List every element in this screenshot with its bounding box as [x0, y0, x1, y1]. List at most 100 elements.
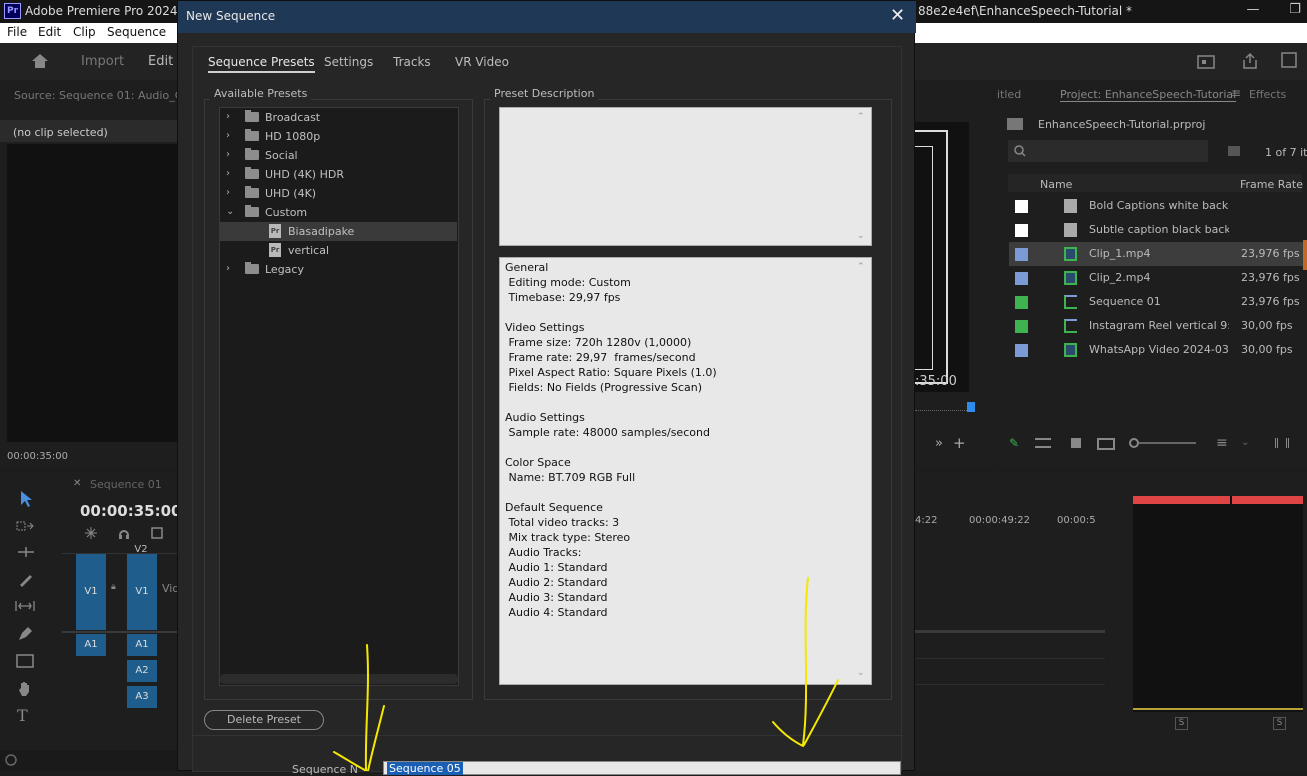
list-view-icon[interactable] [1035, 438, 1051, 448]
preset-item[interactable]: Pr vertical [220, 241, 457, 260]
zoom-slider[interactable] [1130, 442, 1196, 444]
type-tool-icon[interactable]: T [17, 706, 28, 725]
project-item-row[interactable]: Bold Captions white backgr [1009, 194, 1303, 218]
creative-cloud-icon[interactable] [4, 754, 18, 766]
project-item-row[interactable]: Clip_1.mp4 23,976 fps [1009, 242, 1303, 266]
sort-dropdown-icon[interactable]: ⌄ [1241, 437, 1249, 448]
pen-tool-icon[interactable] [17, 626, 33, 642]
preset-folder[interactable]: › HD 1080p [220, 127, 457, 146]
label-color-swatch[interactable] [1015, 272, 1028, 285]
label-color-swatch[interactable] [1015, 320, 1028, 333]
add-button-icon[interactable]: + [953, 434, 966, 452]
slip-tool-icon[interactable] [15, 600, 35, 612]
track-a1-source-patch[interactable]: A1 [76, 634, 106, 656]
info-scroll-up-icon[interactable]: ⌃ [857, 262, 865, 272]
chevron-right-icon[interactable]: › [226, 130, 230, 141]
project-item-row[interactable]: Sequence 01 23,976 fps [1009, 290, 1303, 314]
label-color-swatch[interactable] [1015, 224, 1028, 237]
track-v1-source-patch[interactable]: V1 [76, 554, 106, 630]
menu-clip[interactable]: Clip [73, 25, 96, 39]
tab-vr-video[interactable]: VR Video [455, 55, 509, 69]
sort-icon[interactable]: ≡ [1216, 435, 1228, 451]
workspace-tab-import[interactable]: Import [81, 54, 124, 69]
track-select-icon[interactable] [16, 520, 34, 532]
new-bin-icon[interactable] [1275, 438, 1289, 448]
chevron-right-icon[interactable]: › [226, 149, 230, 160]
preset-folder[interactable]: › UHD (4K) HDR [220, 165, 457, 184]
share-icon[interactable] [1241, 52, 1259, 70]
sequence-name-input[interactable]: Sequence 05 [383, 761, 901, 775]
presets-tree[interactable]: › Broadcast › HD 1080p › Social › UHD (4K) HDR ›… [219, 107, 459, 686]
project-tab-untitled[interactable]: itled [997, 88, 1021, 101]
delete-preset-button[interactable]: Delete Preset [204, 710, 324, 730]
playhead-icon[interactable] [967, 402, 975, 412]
chevron-right-icon[interactable]: › [226, 263, 230, 274]
menu-file[interactable]: File [7, 25, 27, 39]
preset-folder[interactable]: › UHD (4K) [220, 184, 457, 203]
chevron-right-icon[interactable]: › [226, 168, 230, 179]
tab-sequence-presets[interactable]: Sequence Presets [208, 55, 315, 73]
preset-folder[interactable]: › Social [220, 146, 457, 165]
menu-edit[interactable]: Edit [38, 25, 61, 39]
panel-menu-icon[interactable]: ≡ [1231, 86, 1241, 100]
project-item-row[interactable]: Instagram Reel vertical 9:16 30,00 fps [1009, 314, 1303, 338]
edit-icon[interactable]: ✎ [1009, 436, 1023, 450]
label-color-swatch[interactable] [1015, 296, 1028, 309]
source-monitor-header[interactable]: Source: Sequence 01: Audio_Clip_ [14, 89, 201, 102]
preset-folder[interactable]: › Legacy [220, 260, 457, 279]
tree-horizontal-scrollbar[interactable] [220, 674, 458, 684]
scroll-down-icon[interactable]: ⌄ [857, 231, 865, 241]
label-color-swatch[interactable] [1015, 248, 1028, 261]
timeline-timecode[interactable]: 00:00:35:00 [80, 502, 182, 520]
menu-sequence[interactable]: Sequence [107, 25, 166, 39]
solo-left-button[interactable]: S [1175, 717, 1188, 730]
workspace-tab-edit[interactable]: Edit [148, 54, 173, 69]
project-item-row[interactable]: Subtle caption black backgr [1009, 218, 1303, 242]
track-a2-target[interactable]: A2 [127, 660, 157, 682]
project-item-row[interactable]: Clip_2.mp4 23,976 fps [1009, 266, 1303, 290]
ripple-edit-icon[interactable] [16, 546, 36, 558]
close-tab-icon[interactable]: ✕ [73, 478, 81, 489]
column-name[interactable]: Name [1040, 178, 1072, 191]
maximize-button[interactable]: ❐ [1285, 2, 1305, 20]
home-icon[interactable] [31, 53, 49, 69]
fullscreen-icon[interactable] [1281, 52, 1297, 68]
bin-icon[interactable] [1227, 145, 1241, 157]
zoom-slider-handle[interactable] [1129, 438, 1139, 448]
project-item-row[interactable]: WhatsApp Video 2024-03-0 30,00 fps [1009, 338, 1303, 362]
razor-tool-icon[interactable] [17, 572, 33, 588]
icon-view-icon[interactable] [1071, 438, 1081, 448]
tab-settings[interactable]: Settings [324, 55, 373, 69]
preset-folder[interactable]: ⌄ Custom [220, 203, 457, 222]
scroll-up-icon[interactable]: ⌃ [857, 112, 865, 122]
quick-export-icon[interactable] [1197, 54, 1215, 70]
chevron-down-icon[interactable]: ⌄ [226, 206, 234, 217]
label-color-swatch[interactable] [1015, 344, 1028, 357]
chevron-right-icon[interactable]: › [226, 187, 230, 198]
chevron-right-icon[interactable]: › [226, 111, 230, 122]
label-color-swatch[interactable] [1015, 200, 1028, 213]
preset-folder[interactable]: › Broadcast [220, 108, 457, 127]
solo-right-button[interactable]: S [1273, 717, 1286, 730]
tab-tracks[interactable]: Tracks [393, 55, 431, 69]
snap-icon[interactable] [84, 526, 98, 540]
track-a1-target[interactable]: A1 [127, 634, 157, 656]
hand-tool-icon[interactable] [17, 680, 33, 698]
linked-selection-icon[interactable] [117, 526, 131, 540]
timeline-tab[interactable]: Sequence 01 [90, 478, 162, 491]
track-a3-target[interactable]: A3 [127, 686, 157, 708]
more-controls-icon[interactable]: » [935, 436, 943, 451]
add-marker-icon[interactable] [150, 526, 166, 540]
project-tab-effects[interactable]: Effects [1249, 88, 1286, 101]
selection-tool-icon[interactable] [18, 490, 34, 508]
info-scroll-down-icon[interactable]: ⌄ [857, 668, 865, 678]
minimize-button[interactable]: — [1243, 2, 1263, 20]
column-frame-rate[interactable]: Frame Rate [1240, 178, 1303, 191]
project-search-input[interactable] [1008, 140, 1208, 162]
rectangle-tool-icon[interactable] [16, 654, 34, 668]
freeform-view-icon[interactable] [1097, 438, 1115, 450]
track-v1-target[interactable]: V1 [127, 554, 157, 630]
preset-item[interactable]: Pr Biasadipake [220, 222, 457, 241]
project-tab-active[interactable]: Project: EnhanceSpeech-Tutorial [1060, 88, 1237, 102]
lock-icon[interactable]: 🔒︎ [111, 582, 116, 592]
